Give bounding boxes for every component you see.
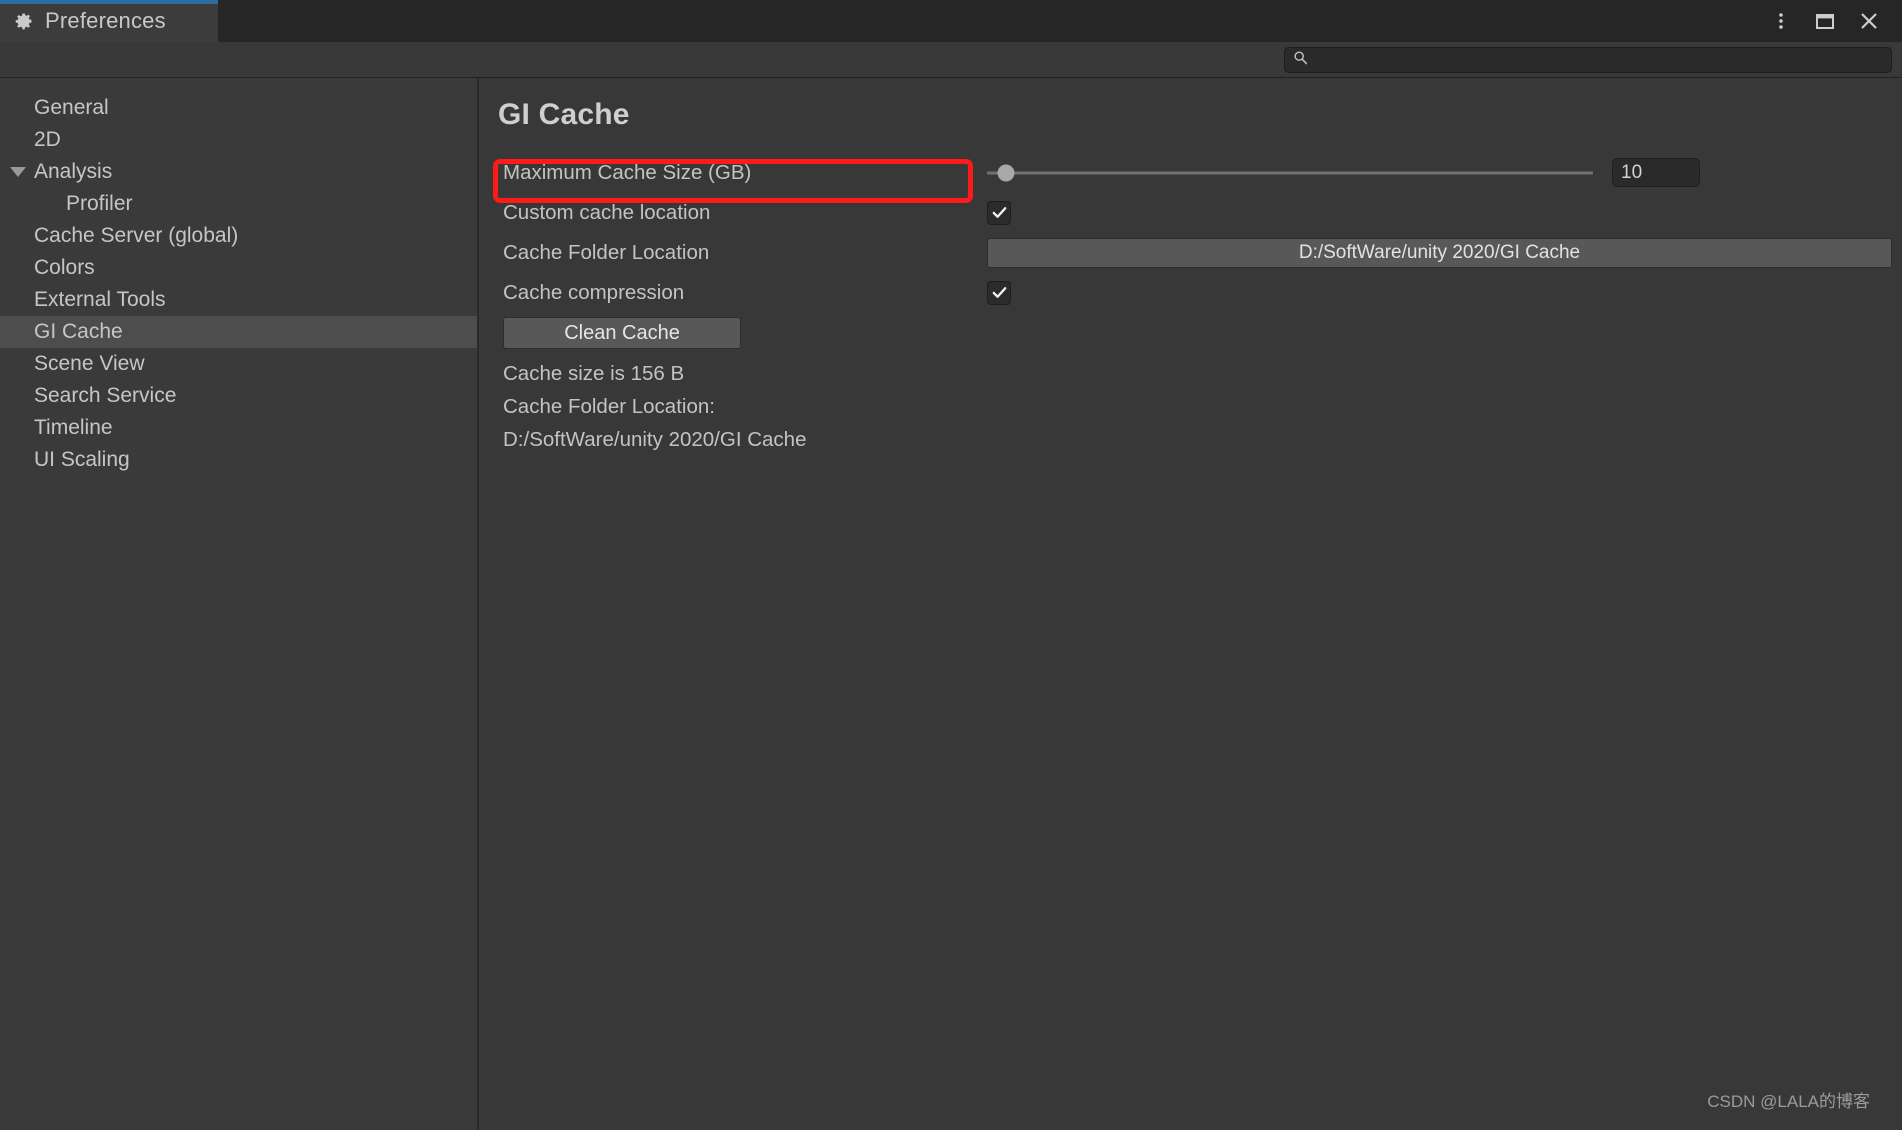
- sidebar-item-profiler[interactable]: Profiler: [0, 188, 477, 220]
- sidebar-item-colors[interactable]: Colors: [0, 252, 477, 284]
- cache-folder-location-path: D:/SoftWare/unity 2020/GI Cache: [503, 427, 807, 451]
- max-cache-size-row: Maximum Cache Size (GB): [497, 156, 1902, 189]
- toolbar: [0, 42, 1902, 78]
- sidebar-item-scene-view[interactable]: Scene View: [0, 348, 477, 380]
- custom-cache-location-checkbox[interactable]: [987, 200, 1011, 225]
- sidebar-item-timeline[interactable]: Timeline: [0, 412, 477, 444]
- chevron-down-icon[interactable]: [10, 167, 26, 177]
- sidebar-item-label: 2D: [34, 128, 61, 151]
- cache-compression-row: Cache compression: [497, 276, 1902, 309]
- sidebar-item-label: Timeline: [34, 416, 113, 439]
- sidebar-item-label: Analysis: [34, 160, 113, 183]
- sidebar-item-external-tools[interactable]: External Tools: [0, 284, 477, 316]
- cache-compression-checkbox[interactable]: [987, 280, 1011, 305]
- settings-panel: GI Cache Maximum Cache Size (GB) Custom …: [479, 78, 1902, 1130]
- custom-cache-location-label: Custom cache location: [503, 200, 711, 224]
- cache-folder-location-row: Cache Folder Location D:/SoftWare/unity …: [497, 236, 1902, 269]
- sidebar-item-cache-server-global[interactable]: Cache Server (global): [0, 220, 477, 252]
- search-input[interactable]: [1314, 47, 1891, 72]
- slider-handle[interactable]: [997, 164, 1015, 181]
- tab-preferences[interactable]: Preferences: [0, 0, 218, 42]
- cache-folder-location-static-label: Cache Folder Location:: [503, 394, 715, 418]
- cache-size-text: Cache size is 156 B: [503, 361, 685, 385]
- titlebar-spacer: [218, 0, 1762, 42]
- search-icon: [1293, 50, 1308, 70]
- page-title: GI Cache: [498, 98, 630, 131]
- title-bar: Preferences: [0, 0, 1902, 42]
- sidebar-item-analysis[interactable]: Analysis: [0, 156, 477, 188]
- more-options-button[interactable]: [1762, 2, 1800, 40]
- sidebar-item-label: External Tools: [34, 288, 166, 311]
- sidebar-item-label: Profiler: [66, 192, 133, 215]
- sidebar-item-label: Colors: [34, 256, 95, 279]
- settings-sidebar: General 2D Analysis Profiler Cache Serve…: [0, 78, 479, 1130]
- max-cache-size-label: Maximum Cache Size (GB): [503, 160, 752, 184]
- gear-icon: [14, 11, 34, 31]
- checkmark-icon: [992, 287, 1006, 298]
- sidebar-item-label: Scene View: [34, 352, 145, 375]
- sidebar-item-label: Cache Server (global): [34, 224, 239, 247]
- sidebar-item-label: UI Scaling: [34, 448, 130, 471]
- max-cache-size-slider[interactable]: [987, 163, 1593, 183]
- clean-cache-row: Clean Cache: [497, 316, 1902, 350]
- search-field[interactable]: [1284, 46, 1892, 73]
- sidebar-item-2d[interactable]: 2D: [0, 124, 477, 156]
- close-button[interactable]: [1850, 2, 1888, 40]
- sidebar-item-label: GI Cache: [34, 320, 123, 343]
- clean-cache-button[interactable]: Clean Cache: [503, 317, 741, 349]
- cache-folder-location-label: Cache Folder Location: [503, 240, 710, 264]
- checkmark-icon: [992, 207, 1006, 218]
- sidebar-item-general[interactable]: General: [0, 92, 477, 124]
- tab-label: Preferences: [45, 8, 166, 33]
- cache-folder-location-button[interactable]: D:/SoftWare/unity 2020/GI Cache: [987, 237, 1892, 268]
- sidebar-item-ui-scaling[interactable]: UI Scaling: [0, 444, 477, 476]
- maximize-button[interactable]: [1806, 2, 1844, 40]
- max-cache-size-input[interactable]: [1612, 158, 1700, 187]
- body-split: General 2D Analysis Profiler Cache Serve…: [0, 78, 1902, 1130]
- slider-track: [987, 171, 1593, 174]
- sidebar-item-label: General: [34, 96, 109, 119]
- preferences-window: Preferences General 2D Analysis Profiler…: [0, 0, 1902, 1130]
- sidebar-item-search-service[interactable]: Search Service: [0, 380, 477, 412]
- custom-cache-location-row: Custom cache location: [497, 196, 1902, 229]
- sidebar-item-gi-cache[interactable]: GI Cache: [0, 316, 477, 348]
- watermark-text: CSDN @LALA的博客: [1707, 1092, 1870, 1111]
- window-controls: [1762, 0, 1902, 42]
- cache-compression-label: Cache compression: [503, 280, 685, 304]
- sidebar-item-label: Search Service: [34, 384, 177, 407]
